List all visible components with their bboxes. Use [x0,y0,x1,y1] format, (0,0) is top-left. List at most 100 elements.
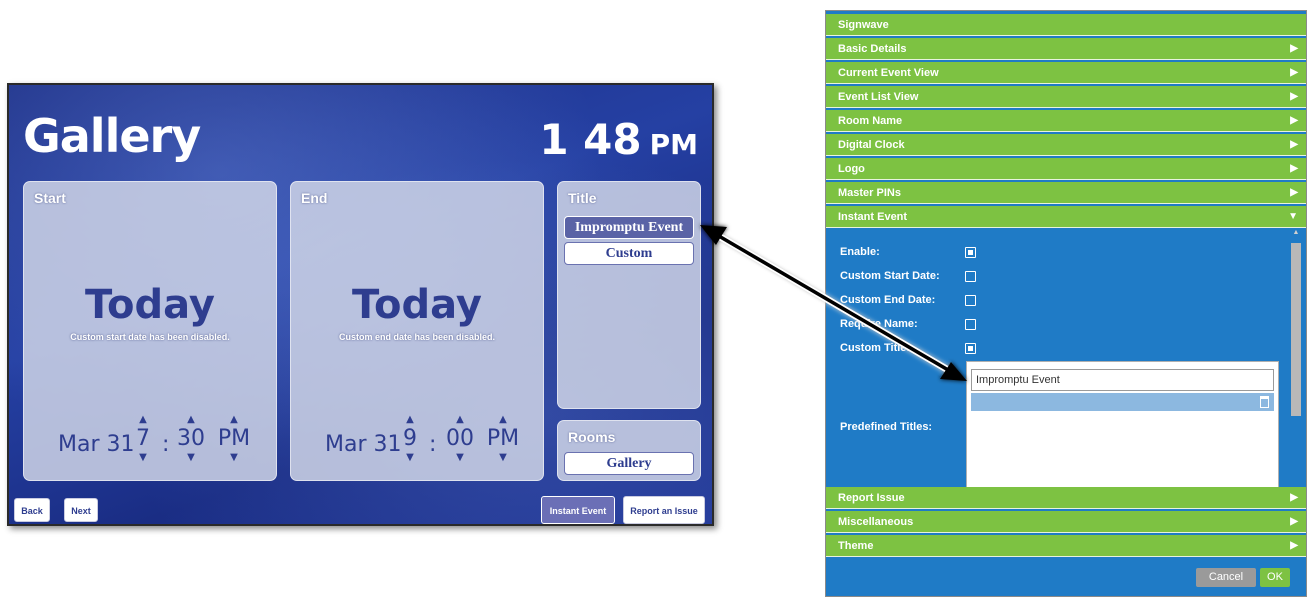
rooms-panel: Rooms Gallery [557,420,701,481]
spin-down-icon[interactable]: ▼ [214,452,254,464]
end-label: End [301,190,328,206]
section-event-list-view[interactable]: Event List View ▶ [826,86,1306,108]
start-minute-spinner: ▲ 30 ▼ [176,414,206,464]
section-master-pins[interactable]: Master PINs ▶ [826,182,1306,204]
expand-arrow-icon: ▶ [1290,115,1298,126]
section-label: Digital Clock [838,139,905,151]
section-current-event-view[interactable]: Current Event View ▶ [826,62,1306,84]
start-minute: 30 [177,426,205,451]
custom-start-date-checkbox[interactable] [965,271,976,282]
title-panel: Title Impromptu Event Custom [557,181,701,409]
section-miscellaneous[interactable]: Miscellaneous ▶ [826,511,1306,533]
time-colon: : [429,432,437,457]
start-today: Today [85,282,215,328]
spin-down-icon[interactable]: ▼ [176,452,206,464]
spin-up-icon[interactable]: ▲ [214,414,254,426]
room-select-button[interactable]: Gallery [564,452,694,475]
section-label: Report Issue [838,492,905,504]
require-name-checkbox[interactable] [965,319,976,330]
expand-arrow-icon: ▶ [1290,91,1298,102]
section-logo[interactable]: Logo ▶ [826,158,1306,180]
back-button[interactable]: Back [14,498,50,522]
section-label: Miscellaneous [838,516,914,528]
start-ampm-spinner: ▲ PM ▼ [214,414,254,464]
title-label: Title [568,190,597,206]
section-label: Room Name [838,115,903,127]
spin-up-icon[interactable]: ▲ [445,414,475,426]
end-ampm: PM [486,426,520,451]
instant-event-button[interactable]: Instant Event [541,496,615,524]
settings-scrollbar[interactable]: ▲ ▼ [1290,229,1302,494]
section-report-issue[interactable]: Report Issue ▶ [826,487,1306,509]
start-label: Start [34,190,66,206]
expand-arrow-icon: ▶ [1290,163,1298,174]
section-label: Theme [838,540,874,552]
custom-end-date-checkbox[interactable] [965,295,976,306]
custom-start-date-label: Custom Start Date: [840,270,940,282]
time-colon: : [162,432,170,457]
settings-panel: Signwave Basic Details ▶ Current Event V… [825,10,1307,597]
section-label: Instant Event [838,211,908,223]
section-label: Current Event View [838,67,939,79]
rooms-label: Rooms [568,429,616,445]
trash-icon[interactable] [1260,396,1269,408]
info-icon[interactable]: i [976,419,987,430]
end-date: Mar 31 [325,432,402,457]
end-hour: 9 [403,426,417,451]
section-instant-event[interactable]: Instant Event ▼ [826,206,1306,228]
predefined-titles-label: Predefined Titles: [840,421,933,433]
report-issue-button[interactable]: Report an Issue [623,496,705,524]
section-theme[interactable]: Theme ▶ [826,535,1306,557]
start-ampm: PM [217,426,251,451]
predefined-title-input[interactable]: Impromptu Event [971,369,1274,391]
settings-header-label: Signwave [838,19,889,31]
enable-label: Enable: [840,246,880,258]
spin-down-icon[interactable]: ▼ [395,452,425,464]
expand-arrow-icon: ▶ [1290,492,1298,503]
next-button[interactable]: Next [64,498,98,522]
custom-title-checkbox[interactable] [965,343,976,354]
section-label: Logo [838,163,865,175]
end-minute-spinner: ▲ 00 ▼ [445,414,475,464]
device-screen: Gallery 1 48 PM Start Today Custom start … [7,83,714,526]
end-today: Today [352,282,482,328]
spin-up-icon[interactable]: ▲ [128,414,158,426]
spin-up-icon[interactable]: ▲ [176,414,206,426]
section-digital-clock[interactable]: Digital Clock ▶ [826,134,1306,156]
expand-arrow-icon: ▶ [1290,516,1298,527]
spin-up-icon[interactable]: ▲ [483,414,523,426]
end-hour-spinner: ▲ 9 ▼ [395,414,425,464]
expand-arrow-icon: ▶ [1290,43,1298,54]
enable-checkbox[interactable] [965,247,976,258]
settings-header: Signwave [826,14,1306,36]
section-room-name[interactable]: Room Name ▶ [826,110,1306,132]
title-option-impromptu[interactable]: Impromptu Event [564,216,694,239]
room-title: Gallery [23,109,201,163]
collapse-arrow-icon: ▼ [1288,211,1298,222]
scroll-thumb[interactable] [1291,243,1301,416]
end-panel: End Today Custom end date has been disab… [290,181,544,481]
custom-end-date-label: Custom End Date: [840,294,936,306]
predefined-titles-list: Impromptu Event [966,361,1279,491]
spin-down-icon[interactable]: ▼ [445,452,475,464]
start-disabled-message: Custom start date has been disabled. [70,332,230,342]
spin-down-icon[interactable]: ▼ [128,452,158,464]
cancel-button[interactable]: Cancel [1196,568,1256,587]
spin-up-icon[interactable]: ▲ [395,414,425,426]
start-time-row: Mar 31 ▲ 7 ▼ : ▲ 30 ▼ ▲ PM ▼ [24,414,276,472]
start-panel: Start Today Custom start date has been d… [23,181,277,481]
section-basic-details[interactable]: Basic Details ▶ [826,38,1306,60]
end-time-row: Mar 31 ▲ 9 ▼ : ▲ 00 ▼ ▲ PM ▼ [291,414,543,472]
custom-title-label: Custom Title: [840,342,911,354]
title-option-custom[interactable]: Custom [564,242,694,265]
scroll-up-icon[interactable]: ▲ [1290,229,1302,236]
predefined-title-new-row[interactable] [971,393,1274,411]
expand-arrow-icon: ▶ [1290,67,1298,78]
spin-down-icon[interactable]: ▼ [483,452,523,464]
expand-arrow-icon: ▶ [1290,139,1298,150]
digital-clock: 1 48 PM [539,115,698,164]
end-minute: 00 [446,426,474,451]
ok-button[interactable]: OK [1260,568,1290,587]
require-name-label: Require Name: [840,318,918,330]
section-label: Event List View [838,91,919,103]
